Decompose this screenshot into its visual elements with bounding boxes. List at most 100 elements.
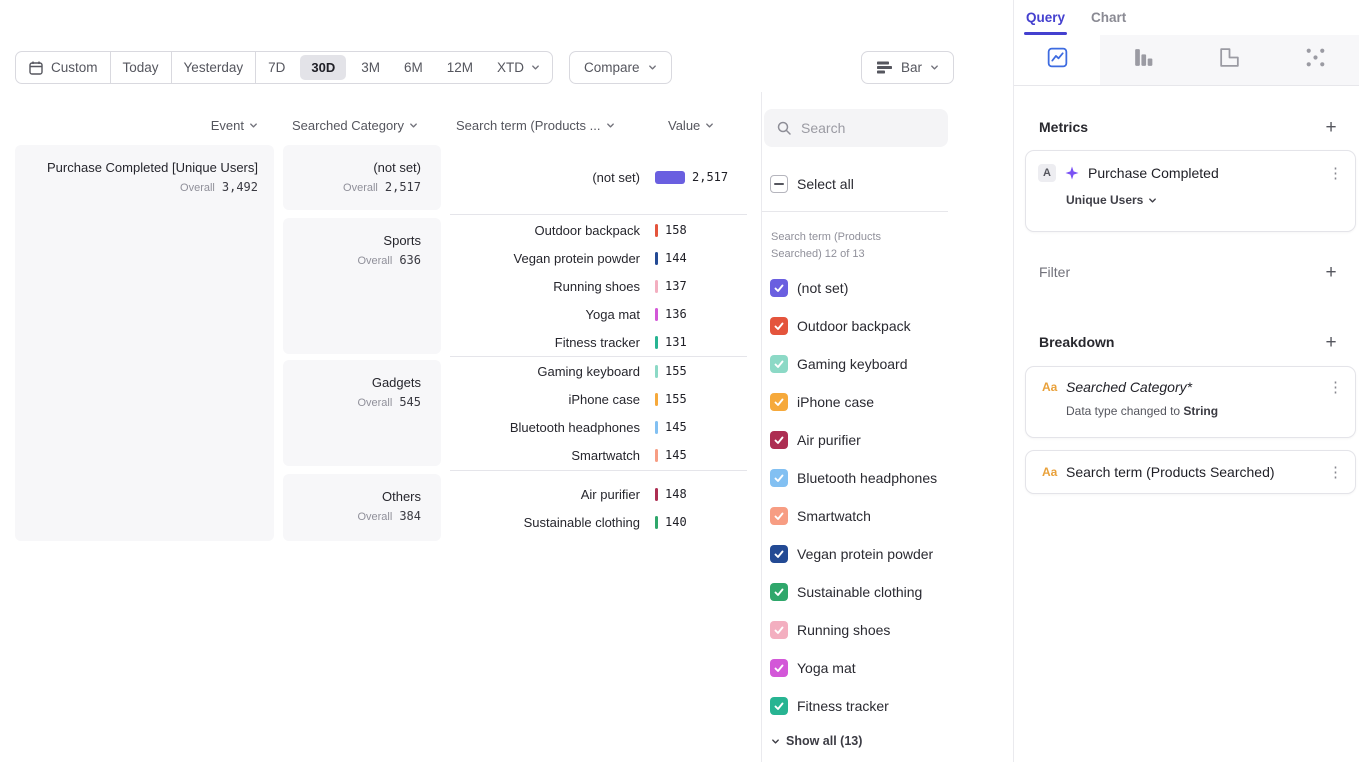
legend-item-label: (not set) [797, 280, 848, 296]
legend-item[interactable]: Sustainable clothing [770, 583, 1010, 601]
term-value: 131 [665, 335, 687, 349]
column-header-searched-category[interactable]: Searched Category [292, 117, 418, 133]
legend-item[interactable]: Outdoor backpack [770, 317, 1010, 335]
series-checkbox[interactable] [770, 659, 788, 677]
series-checkbox[interactable] [770, 621, 788, 639]
value-bar [655, 393, 658, 406]
term-value: 137 [665, 279, 687, 293]
breakdown-card-search-term[interactable]: Aa Search term (Products Searched) ⋮ [1025, 450, 1356, 494]
category-cell[interactable]: SportsOverall636 [283, 218, 441, 354]
metric-menu-button[interactable]: ⋮ [1328, 166, 1343, 181]
column-header-event[interactable]: Event [15, 117, 258, 133]
term-row[interactable]: Sustainable clothing140 [450, 508, 747, 536]
legend-item[interactable]: Yoga mat [770, 659, 1010, 677]
overall-value: 2,517 [385, 180, 421, 194]
legend-item[interactable]: iPhone case [770, 393, 1010, 411]
term-value: 155 [665, 364, 687, 378]
breakdown-row: Aa Search term (Products Searched) ⋮ [1026, 451, 1355, 493]
category-cell[interactable]: GadgetsOverall545 [283, 360, 441, 466]
event-cell[interactable]: Purchase Completed [Unique Users] Overal… [15, 145, 274, 541]
term-row[interactable]: Vegan protein powder144 [450, 244, 747, 272]
series-checkbox[interactable] [770, 583, 788, 601]
term-row[interactable]: Bluetooth headphones145 [450, 413, 747, 441]
metric-card[interactable]: A Purchase Completed ⋮ Unique Users [1025, 150, 1356, 232]
term-value: 148 [665, 487, 687, 501]
string-property-icon: Aa [1042, 465, 1058, 479]
show-all-toggle[interactable]: Show all (13) [771, 734, 862, 748]
term-row[interactable]: Yoga mat136 [450, 300, 747, 328]
series-checkbox[interactable] [770, 431, 788, 449]
tab-query[interactable]: Query [1026, 0, 1065, 35]
overall-value: 384 [399, 509, 421, 523]
term-row[interactable]: Running shoes 137 [450, 272, 747, 300]
series-checkbox[interactable] [770, 469, 788, 487]
legend-item[interactable]: Bluetooth headphones [770, 469, 1010, 487]
overall-label: Overall [343, 182, 378, 194]
series-checkbox[interactable] [770, 507, 788, 525]
legend-item[interactable]: Fitness tracker [770, 697, 1010, 715]
divider [762, 211, 948, 212]
term-label: Bluetooth headphones [450, 420, 640, 435]
series-checkbox[interactable] [770, 697, 788, 715]
category-name: Sports [383, 233, 421, 248]
legend-item[interactable]: (not set) [770, 279, 1010, 297]
legend-item[interactable]: Running shoes [770, 621, 1010, 639]
legend-item-label: Vegan protein powder [797, 546, 933, 562]
tab-flows[interactable] [1273, 35, 1359, 85]
legend-item-label: Fitness tracker [797, 698, 889, 714]
measurement-selector[interactable]: Unique Users [1026, 182, 1355, 207]
term-row[interactable]: iPhone case155 [450, 385, 747, 413]
breakdown-row: Aa Searched Category* ⋮ [1026, 367, 1355, 395]
add-filter-button[interactable]: + [1321, 263, 1341, 283]
breakdown-card-searched-category[interactable]: Aa Searched Category* ⋮ Data type change… [1025, 366, 1356, 438]
term-row[interactable]: Smartwatch145 [450, 441, 747, 469]
term-label: Fitness tracker [450, 335, 640, 350]
metric-row: A Purchase Completed ⋮ [1026, 151, 1355, 182]
term-row[interactable]: (not set)2,517 [450, 163, 747, 191]
panel-tabs: Query Chart [1014, 0, 1359, 35]
column-header-label: Value [668, 118, 700, 133]
term-row[interactable]: Outdoor backpack 158 [450, 216, 747, 244]
term-value: 158 [665, 223, 687, 237]
series-checkbox[interactable] [770, 355, 788, 373]
series-checkbox[interactable] [770, 393, 788, 411]
select-all-row[interactable]: Select all [770, 175, 854, 193]
overall-label: Overall [357, 397, 392, 409]
legend-item-label: Bluetooth headphones [797, 470, 937, 486]
add-metric-button[interactable]: + [1321, 118, 1341, 138]
breakdown-menu-button[interactable]: ⋮ [1328, 465, 1343, 480]
search-input[interactable] [801, 120, 931, 136]
legend-item-label: Running shoes [797, 622, 890, 638]
term-row[interactable]: Gaming keyboard155 [450, 357, 747, 385]
add-breakdown-button[interactable]: + [1321, 333, 1341, 353]
funnels-icon [1131, 45, 1156, 75]
column-header-search-term[interactable]: Search term (Products ... [456, 117, 615, 133]
series-checkbox[interactable] [770, 279, 788, 297]
legend-item[interactable]: Gaming keyboard [770, 355, 1010, 373]
indeterminate-dash [774, 183, 784, 185]
term-row[interactable]: Air purifier148 [450, 480, 747, 508]
breakdown-menu-button[interactable]: ⋮ [1328, 380, 1343, 395]
legend-item[interactable]: Air purifier [770, 431, 1010, 449]
tab-retention[interactable] [1187, 35, 1273, 85]
category-cell[interactable]: (not set)Overall2,517 [283, 145, 441, 210]
term-label: Outdoor backpack [450, 223, 640, 238]
series-checkbox[interactable] [770, 545, 788, 563]
column-header-value[interactable]: Value [668, 117, 714, 133]
legend-search-box[interactable] [764, 109, 948, 147]
breakdown-heading: Breakdown [1039, 334, 1114, 350]
tab-chart[interactable]: Chart [1091, 0, 1126, 35]
term-label: Running shoes [450, 279, 640, 294]
category-cell[interactable]: OthersOverall384 [283, 474, 441, 541]
legend-item[interactable]: Smartwatch [770, 507, 1010, 525]
term-row[interactable]: Fitness tracker 131 [450, 328, 747, 356]
tab-funnels[interactable] [1100, 35, 1186, 85]
series-checkbox[interactable] [770, 317, 788, 335]
select-all-checkbox[interactable] [770, 175, 788, 193]
legend-item[interactable]: Vegan protein powder [770, 545, 1010, 563]
tab-insights[interactable] [1014, 35, 1100, 85]
query-panel: Query Chart [1013, 0, 1359, 762]
term-value: 136 [665, 307, 687, 321]
metric-letter-badge: A [1038, 164, 1056, 182]
chevron-down-icon [1148, 196, 1157, 205]
